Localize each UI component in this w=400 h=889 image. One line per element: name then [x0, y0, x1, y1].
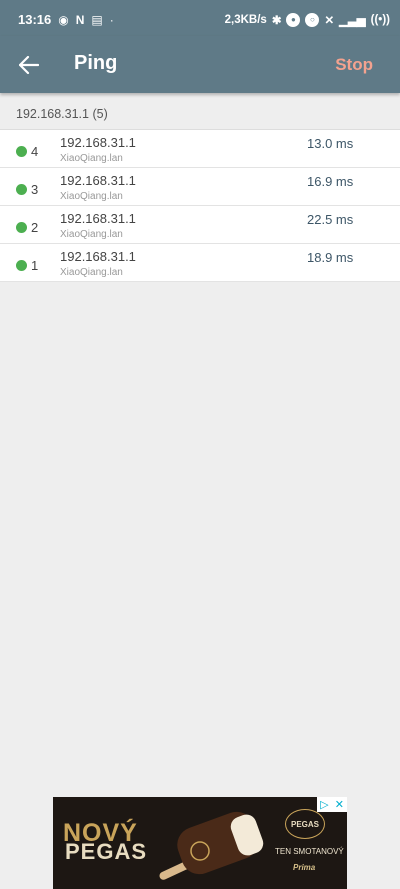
- chrome-icon: ◉: [58, 12, 69, 27]
- host-address: 192.168.31.1: [60, 249, 136, 264]
- dot-icon: ·: [109, 12, 114, 27]
- ping-result-row[interactable]: 3 192.168.31.1 XiaoQiang.lan 16.9 ms: [0, 168, 400, 206]
- ad-sub-brand: Prima: [293, 863, 316, 872]
- host-address: 192.168.31.1: [60, 173, 136, 188]
- response-time: 22.5 ms: [307, 212, 354, 227]
- bluetooth-icon: ✱: [271, 14, 282, 27]
- sequence-number: 3: [31, 182, 39, 197]
- ping-result-row[interactable]: 4 192.168.31.1 XiaoQiang.lan 13.0 ms: [0, 130, 400, 168]
- sync-icon: ○: [305, 12, 320, 27]
- status-dot-icon: [16, 184, 27, 195]
- sequence-number: 2: [31, 220, 39, 235]
- sequence-number: 4: [31, 144, 39, 159]
- stop-button[interactable]: Stop: [335, 55, 373, 75]
- host-name: XiaoQiang.lan: [60, 267, 123, 278]
- page-title: Ping: [74, 52, 118, 74]
- response-time: 13.0 ms: [307, 136, 354, 151]
- ad-close-icon[interactable]: ✕: [335, 798, 344, 811]
- host-address: 192.168.31.1: [60, 211, 136, 226]
- sequence-number: 1: [31, 258, 39, 273]
- response-time: 18.9 ms: [307, 250, 354, 265]
- ping-result-row[interactable]: 1 192.168.31.1 XiaoQiang.lan 18.9 ms: [0, 244, 400, 282]
- response-time: 16.9 ms: [307, 174, 354, 189]
- status-bar: 13:16 ◉ N ▤ · 2,3KB/s ✱ ● ○ ✕ ▁▃▅ ((•)): [0, 0, 400, 36]
- signal-icon: ▁▃▅: [339, 14, 366, 27]
- calendar-icon: ▤: [91, 12, 103, 27]
- ice-cream-image: [159, 811, 264, 880]
- host-name: XiaoQiang.lan: [60, 191, 123, 202]
- mute-icon: ✕: [324, 14, 335, 27]
- ad-brand-name: PEGAS: [65, 839, 148, 864]
- ping-result-row[interactable]: 2 192.168.31.1 XiaoQiang.lan 22.5 ms: [0, 206, 400, 244]
- status-dot-icon: [16, 260, 27, 271]
- back-arrow-icon[interactable]: [14, 50, 44, 80]
- status-time: 13:16: [18, 12, 52, 27]
- app-bar: Ping Stop: [0, 36, 400, 93]
- host-name: XiaoQiang.lan: [60, 153, 123, 164]
- host-address: 192.168.31.1: [60, 135, 136, 150]
- ad-slogan: TEN SMOTANOVÝ: [275, 847, 344, 856]
- vpn-icon: ●: [286, 12, 301, 27]
- status-dot-icon: [16, 146, 27, 157]
- ping-group-header: 192.168.31.1 (5): [16, 107, 108, 121]
- ad-choices-icon[interactable]: ▷: [320, 798, 328, 811]
- wifi-icon: ((•)): [370, 13, 390, 26]
- ping-results-list: 4 192.168.31.1 XiaoQiang.lan 13.0 ms 3 1…: [0, 129, 400, 282]
- ad-choices[interactable]: ▷ ✕: [317, 797, 347, 812]
- status-dot-icon: [16, 222, 27, 233]
- network-speed: 2,3KB/s: [224, 13, 267, 26]
- n-icon: N: [75, 12, 85, 27]
- ad-banner[interactable]: NOVÝ PEGAS PEGAS TEN SMOTANOVÝ Prima ▷ ✕: [53, 797, 347, 889]
- host-name: XiaoQiang.lan: [60, 229, 123, 240]
- ad-logo: PEGAS: [285, 809, 325, 839]
